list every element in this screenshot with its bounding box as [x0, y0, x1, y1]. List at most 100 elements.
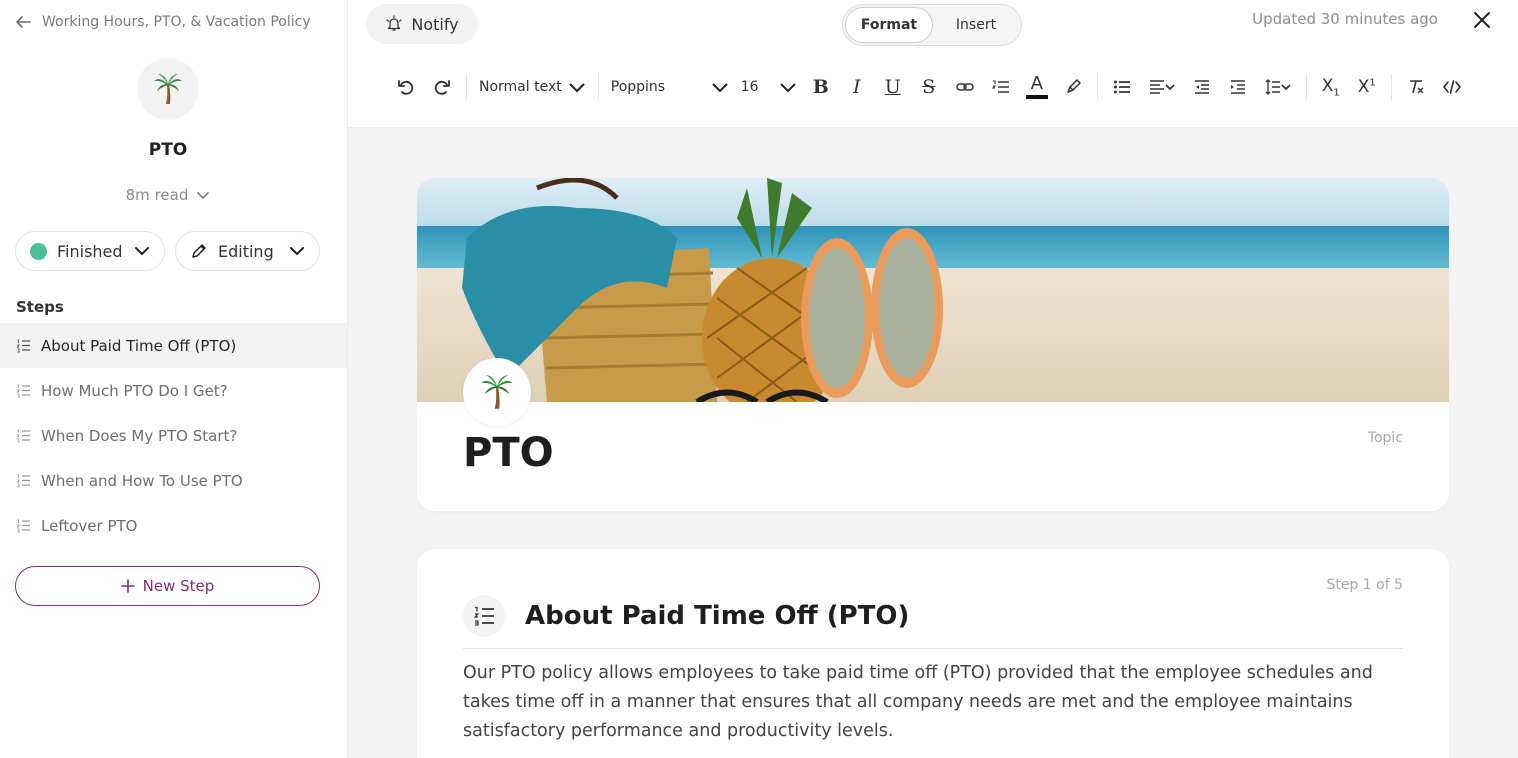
- numbered-list-icon: [16, 384, 30, 398]
- step-item-label: Leftover PTO: [41, 516, 138, 535]
- highlight-button[interactable]: [1055, 70, 1091, 104]
- superscript-icon: X1: [1357, 77, 1376, 97]
- font-family-select[interactable]: Poppins: [605, 70, 735, 104]
- toolbar-divider: [1390, 74, 1392, 100]
- flip-flop-left-pattern: [809, 248, 865, 388]
- chevron-down-icon: [569, 83, 585, 93]
- topic-heading[interactable]: PTO: [463, 430, 554, 476]
- ordered-list-icon: [991, 80, 1009, 93]
- read-time-dropdown[interactable]: 8m read: [0, 186, 336, 204]
- line-height-icon: [1265, 79, 1291, 95]
- topic-icon[interactable]: [463, 358, 531, 426]
- step-item[interactable]: When and How To Use PTO: [0, 458, 347, 503]
- chevron-down-icon: [135, 247, 149, 256]
- step-item[interactable]: Leftover PTO: [0, 503, 347, 548]
- link-button[interactable]: [947, 70, 983, 104]
- tab-insert[interactable]: Insert: [933, 7, 1019, 43]
- new-step-button[interactable]: New Step: [15, 566, 320, 606]
- code-view-button[interactable]: [1434, 70, 1470, 104]
- chevron-down-icon: [197, 192, 210, 200]
- font-size-value: 16: [740, 79, 759, 95]
- toolbar-divider: [597, 74, 599, 100]
- clear-format-button[interactable]: [1398, 70, 1434, 104]
- bold-button[interactable]: B: [803, 70, 839, 104]
- font-family-value: Poppins: [610, 79, 666, 95]
- step-item[interactable]: When Does My PTO Start?: [0, 413, 347, 458]
- numbered-list-icon: [473, 606, 494, 626]
- text-color-button[interactable]: A: [1019, 70, 1055, 104]
- underline-icon: U: [884, 76, 901, 98]
- last-updated-text: Updated 30 minutes ago: [1252, 10, 1438, 28]
- align-dropdown[interactable]: [1140, 70, 1184, 104]
- steps-heading: Steps: [16, 298, 64, 316]
- outdent-button[interactable]: [1184, 70, 1220, 104]
- ordered-list-button[interactable]: [983, 70, 1019, 104]
- status-label: Finished: [57, 241, 123, 261]
- notify-button[interactable]: Notify: [366, 4, 478, 44]
- bullet-list-button[interactable]: [1104, 70, 1140, 104]
- step-counter: Step 1 of 5: [1326, 577, 1403, 593]
- indent-button[interactable]: [1220, 70, 1256, 104]
- format-insert-toggle: Format Insert: [842, 4, 1022, 46]
- numbered-list-icon: [16, 339, 30, 353]
- bold-icon: B: [812, 76, 829, 98]
- subscript-icon: X1: [1321, 75, 1340, 99]
- notify-label: Notify: [411, 14, 459, 34]
- italic-icon: I: [852, 76, 861, 98]
- strikethrough-button[interactable]: S: [911, 70, 947, 104]
- cover-image[interactable]: [417, 178, 1449, 402]
- bell-icon: [386, 15, 402, 31]
- sidebar: Working Hours, PTO, & Vacation Policy PT…: [0, 0, 348, 758]
- step-item-label: When Does My PTO Start?: [41, 426, 238, 445]
- step-item[interactable]: About Paid Time Off (PTO): [0, 323, 347, 368]
- back-link[interactable]: Working Hours, PTO, & Vacation Policy: [14, 10, 311, 34]
- bullet-list-icon: [1113, 80, 1130, 94]
- superscript-button[interactable]: X1: [1349, 70, 1385, 104]
- content-type-label: Topic: [1367, 430, 1403, 446]
- topic-title: PTO: [148, 140, 188, 160]
- topic-avatar[interactable]: [137, 58, 199, 120]
- italic-button[interactable]: I: [839, 70, 875, 104]
- formatting-toolbar: Normal text Poppins 16 B I U S A X1 X1: [388, 70, 1470, 104]
- font-size-select[interactable]: 16: [735, 70, 803, 104]
- strikethrough-icon: S: [922, 76, 936, 98]
- step-card: Step 1 of 5 About Paid Time Off (PTO) Ou…: [417, 549, 1449, 758]
- back-link-label: Working Hours, PTO, & Vacation Policy: [42, 14, 311, 30]
- step-icon: [463, 595, 505, 637]
- step-item-label: About Paid Time Off (PTO): [41, 336, 237, 355]
- outdent-icon: [1194, 80, 1209, 94]
- mode-dropdown[interactable]: Editing: [175, 231, 320, 271]
- numbered-list-icon: [16, 474, 30, 488]
- tab-format[interactable]: Format: [845, 7, 933, 43]
- palm-tree-icon: [154, 74, 182, 104]
- code-icon: [1442, 80, 1461, 94]
- highlighter-icon: [1067, 79, 1081, 93]
- step-body-text[interactable]: Our PTO policy allows employees to take …: [463, 659, 1413, 746]
- redo-icon: [434, 80, 450, 95]
- text-style-select[interactable]: Normal text: [473, 70, 592, 104]
- indent-icon: [1230, 80, 1245, 94]
- arrow-left-icon: [16, 16, 31, 28]
- link-icon: [956, 83, 974, 91]
- editor-header: Notify Format Insert Updated 30 minutes …: [348, 0, 1518, 128]
- flip-flop-right-pattern: [879, 238, 935, 378]
- chevron-down-icon: [712, 83, 728, 93]
- status-dropdown[interactable]: Finished: [15, 231, 165, 271]
- line-height-dropdown[interactable]: [1256, 70, 1300, 104]
- step-item-label: When and How To Use PTO: [41, 471, 243, 490]
- toolbar-divider: [466, 74, 467, 100]
- chevron-down-icon: [780, 83, 796, 93]
- redo-button[interactable]: [424, 70, 460, 104]
- plus-icon: [120, 579, 135, 593]
- undo-button[interactable]: [388, 70, 424, 104]
- underline-button[interactable]: U: [875, 70, 911, 104]
- new-step-label: New Step: [142, 577, 215, 595]
- step-item[interactable]: How Much PTO Do I Get?: [0, 368, 347, 413]
- text-style-value: Normal text: [479, 79, 562, 95]
- clear-format-icon: [1409, 80, 1424, 94]
- close-icon[interactable]: [1472, 10, 1492, 30]
- subscript-button[interactable]: X1: [1313, 70, 1349, 104]
- toolbar-divider: [1305, 74, 1307, 100]
- step-heading[interactable]: About Paid Time Off (PTO): [525, 601, 909, 631]
- step-item-label: How Much PTO Do I Get?: [41, 381, 228, 400]
